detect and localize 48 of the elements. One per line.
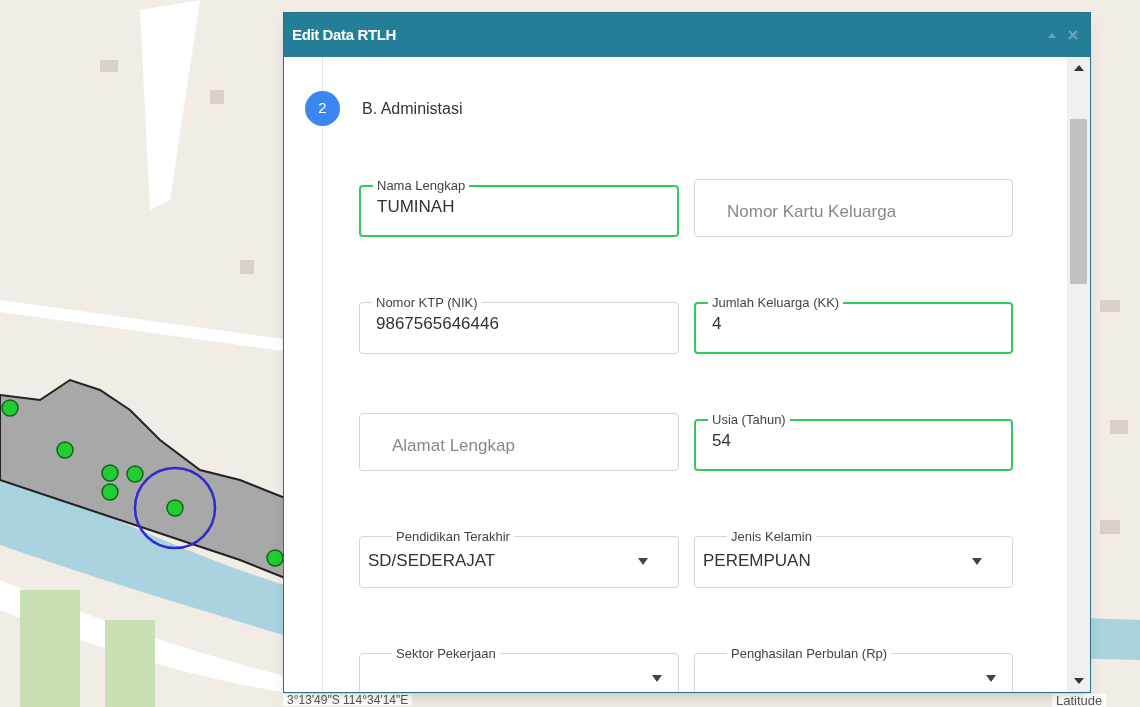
- scrollbar[interactable]: [1067, 57, 1090, 692]
- step-title: B. Administasi: [362, 98, 463, 119]
- text-field[interactable]: Nomor KTP (NIK) 9867565646446: [359, 296, 679, 354]
- select-field[interactable]: Pendidikan Terakhir SD/SEDERAJAT: [359, 530, 679, 588]
- caret-down-icon: [986, 674, 996, 682]
- building-shape: [1100, 520, 1120, 534]
- field-label: Sektor Pekerjaan: [395, 647, 497, 660]
- step-number: 2: [305, 91, 340, 126]
- text-field[interactable]: Jumlah Keluarga (KK) 4: [694, 296, 1013, 354]
- text-input[interactable]: TUMINAH: [377, 194, 661, 220]
- field-label: Jumlah Keluarga (KK): [711, 296, 841, 309]
- text-input[interactable]: 4: [712, 311, 995, 337]
- field-label: Jenis Kelamin: [730, 530, 813, 543]
- collapse-icon[interactable]: [1048, 32, 1056, 38]
- close-icon[interactable]: [1068, 30, 1078, 40]
- field-label: Nama Lengkap: [376, 179, 467, 192]
- scroll-down-icon[interactable]: [1073, 678, 1084, 684]
- caret-down-icon: [638, 557, 648, 565]
- building-shape: [210, 90, 224, 104]
- text-field[interactable]: Nama Lengkap TUMINAH: [359, 179, 679, 237]
- scrollbar-thumb[interactable]: [1070, 119, 1087, 284]
- dialog-title: Edit Data RTLH: [292, 24, 396, 45]
- scroll-up-icon[interactable]: [1073, 65, 1084, 71]
- building-shape: [240, 260, 254, 274]
- text-input[interactable]: 9867565646446: [376, 311, 662, 337]
- building-shape: [1100, 300, 1120, 312]
- location-markers[interactable]: [1, 399, 284, 567]
- select-value[interactable]: SD/SEDERAJAT: [368, 548, 638, 574]
- caret-down-icon: [652, 674, 662, 682]
- select-field[interactable]: Sektor Pekerjaan: [359, 647, 679, 692]
- text-input[interactable]: Nomor Kartu Keluarga: [727, 199, 980, 225]
- select-field[interactable]: Penghasilan Perbulan (Rp): [694, 647, 1013, 692]
- text-field[interactable]: Nomor Kartu Keluarga: [694, 179, 1013, 237]
- building-shape: [1110, 420, 1128, 434]
- text-field[interactable]: Usia (Tahun) 54: [694, 413, 1013, 471]
- field-label: Pendidikan Terakhir: [395, 530, 511, 543]
- building-shape: [100, 60, 118, 72]
- text-input[interactable]: 54: [712, 428, 995, 454]
- text-field[interactable]: Alamat Lengkap: [359, 413, 679, 471]
- latitude-label: Latitude: [1052, 694, 1107, 707]
- select-value[interactable]: PEREMPUAN: [703, 548, 972, 574]
- field-label: Nomor KTP (NIK): [375, 296, 479, 309]
- field-label: Penghasilan Perbulan (Rp): [730, 647, 889, 660]
- field-label: Usia (Tahun): [711, 413, 787, 426]
- select-field[interactable]: Jenis Kelamin PEREMPUAN: [694, 530, 1013, 588]
- coordinates-text: 3°13'49"S 114°34'14"E: [283, 694, 413, 706]
- caret-down-icon: [972, 557, 982, 565]
- text-input[interactable]: Alamat Lengkap: [392, 433, 646, 459]
